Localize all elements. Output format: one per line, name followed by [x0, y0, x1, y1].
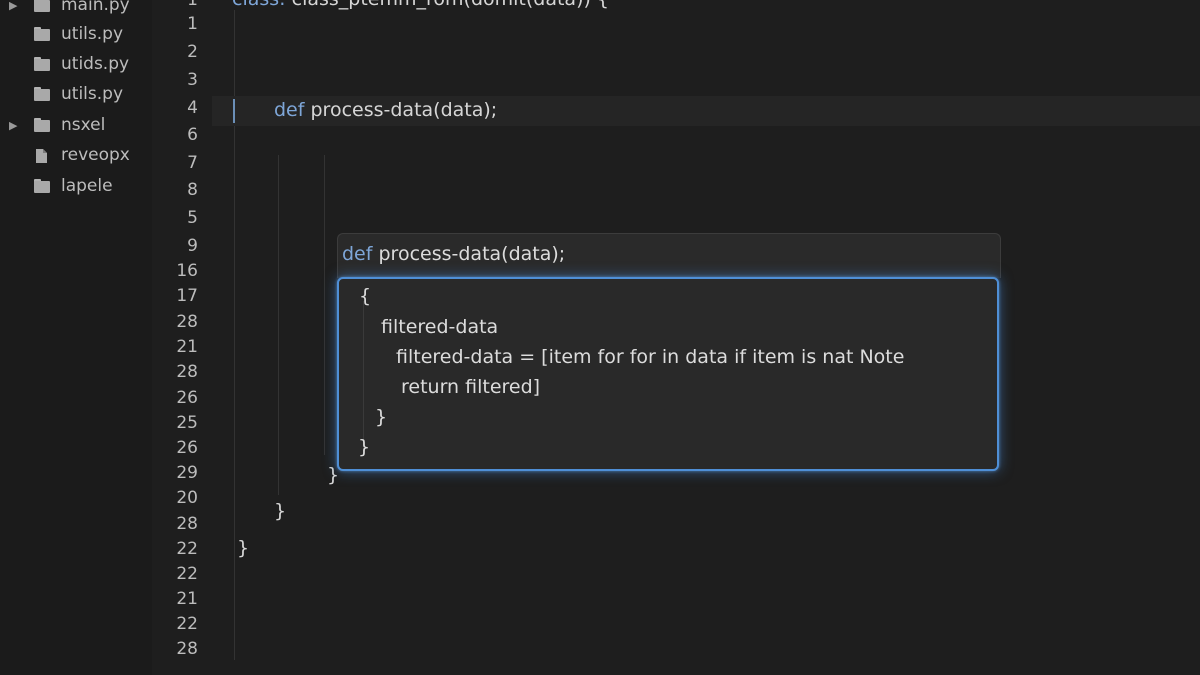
peek-definition-body[interactable]: { filtered-data filtered-data = [item fo…	[337, 277, 999, 471]
keyword: class:	[232, 0, 286, 10]
sidebar-item-label: utids.py	[61, 54, 130, 74]
line-number: 17	[176, 286, 198, 306]
code-editor[interactable]: class: class_ptemm_rom(domit(data)) { de…	[212, 0, 1200, 675]
sidebar-item-label: nsxel	[61, 115, 106, 135]
line-number: 8	[187, 180, 198, 200]
sidebar-item-utils-py-2[interactable]: utils.py	[0, 81, 152, 107]
line-number: 21	[176, 589, 198, 609]
chevron-right-icon[interactable]: ▶	[9, 119, 17, 132]
keyword: def	[342, 243, 373, 265]
line-number: 26	[176, 388, 198, 408]
sidebar-item-label: utils.py	[61, 84, 123, 104]
line-number: 2	[187, 42, 198, 62]
code-text: class_ptemm_rom(domit(data)) {	[286, 0, 609, 10]
peek-code-line: filtered-data	[381, 316, 499, 338]
line-number: 20	[176, 488, 198, 508]
code-line-class[interactable]: class: class_ptemm_rom(domit(data)) {	[232, 0, 609, 10]
sidebar-item-label: lapele	[61, 176, 113, 196]
line-number: 28	[176, 312, 198, 332]
line-number: 16	[176, 261, 198, 281]
sidebar-item-label: main.py	[61, 0, 130, 15]
line-number: 22	[176, 614, 198, 634]
line-number: 29	[176, 463, 198, 483]
line-number: 28	[176, 514, 198, 534]
sidebar-item-utils-py[interactable]: utils.py	[0, 21, 152, 47]
code-line-def[interactable]: def process-data(data);	[274, 99, 497, 121]
line-number: 22	[176, 539, 198, 559]
chevron-right-icon[interactable]: ▶	[9, 0, 17, 12]
file-icon	[34, 148, 50, 163]
folder-icon	[34, 87, 50, 101]
peek-code-line: {	[359, 285, 372, 307]
sidebar-item-lapele[interactable]: lapele	[0, 173, 152, 199]
line-number: 4	[187, 98, 198, 118]
peek-definition-header[interactable]: def process-data(data);	[337, 233, 1001, 278]
line-number: 6	[187, 125, 198, 145]
indent-guide	[278, 155, 279, 495]
folder-icon	[34, 27, 50, 41]
sidebar-item-label: reveopx	[61, 145, 130, 165]
folder-icon	[34, 0, 50, 12]
code-text: process-data(data);	[304, 99, 498, 121]
keyword: def	[274, 99, 305, 121]
line-number: 3	[187, 70, 198, 90]
line-number: 1	[187, 14, 198, 34]
folder-icon	[34, 57, 50, 71]
peek-code-line: return filtered]	[401, 376, 541, 398]
sidebar-item-nsxel[interactable]: ▶ nsxel	[0, 112, 152, 138]
indent-guide	[363, 301, 364, 451]
peek-code-line: }	[358, 436, 371, 458]
closing-brace: }	[237, 537, 250, 559]
line-number: 1	[187, 0, 198, 10]
line-number: 28	[176, 362, 198, 382]
line-number: 28	[176, 639, 198, 659]
text-cursor	[233, 99, 235, 123]
code-text: process-data(data);	[372, 243, 566, 265]
line-number: 5	[187, 208, 198, 228]
code-editor-window: ▶ main.py utils.py utids.py utils.py ▶ n…	[0, 0, 1200, 675]
line-number-gutter: 1 1 2 3 4 6 7 8 5 9 16 17 28 21 28 26 25…	[152, 0, 212, 675]
line-number: 7	[187, 153, 198, 173]
sidebar-item-utids-py[interactable]: utids.py	[0, 51, 152, 77]
peek-code-line: }	[375, 406, 388, 428]
sidebar-item-reveopx[interactable]: reveopx	[0, 142, 152, 168]
folder-icon	[34, 118, 50, 132]
sidebar-item-label: utils.py	[61, 24, 123, 44]
file-explorer-sidebar: ▶ main.py utils.py utids.py utils.py ▶ n…	[0, 0, 153, 675]
peek-signature: def process-data(data);	[342, 243, 565, 265]
line-number: 25	[176, 413, 198, 433]
indent-guide	[324, 155, 325, 455]
closing-brace: }	[274, 500, 287, 522]
folder-icon	[34, 179, 50, 193]
line-number: 9	[187, 236, 198, 256]
line-number: 26	[176, 438, 198, 458]
peek-code-line: filtered-data = [item for for in data if…	[396, 346, 905, 368]
line-number: 22	[176, 564, 198, 584]
sidebar-item-main-py[interactable]: ▶ main.py	[0, 0, 152, 18]
line-number: 21	[176, 337, 198, 357]
